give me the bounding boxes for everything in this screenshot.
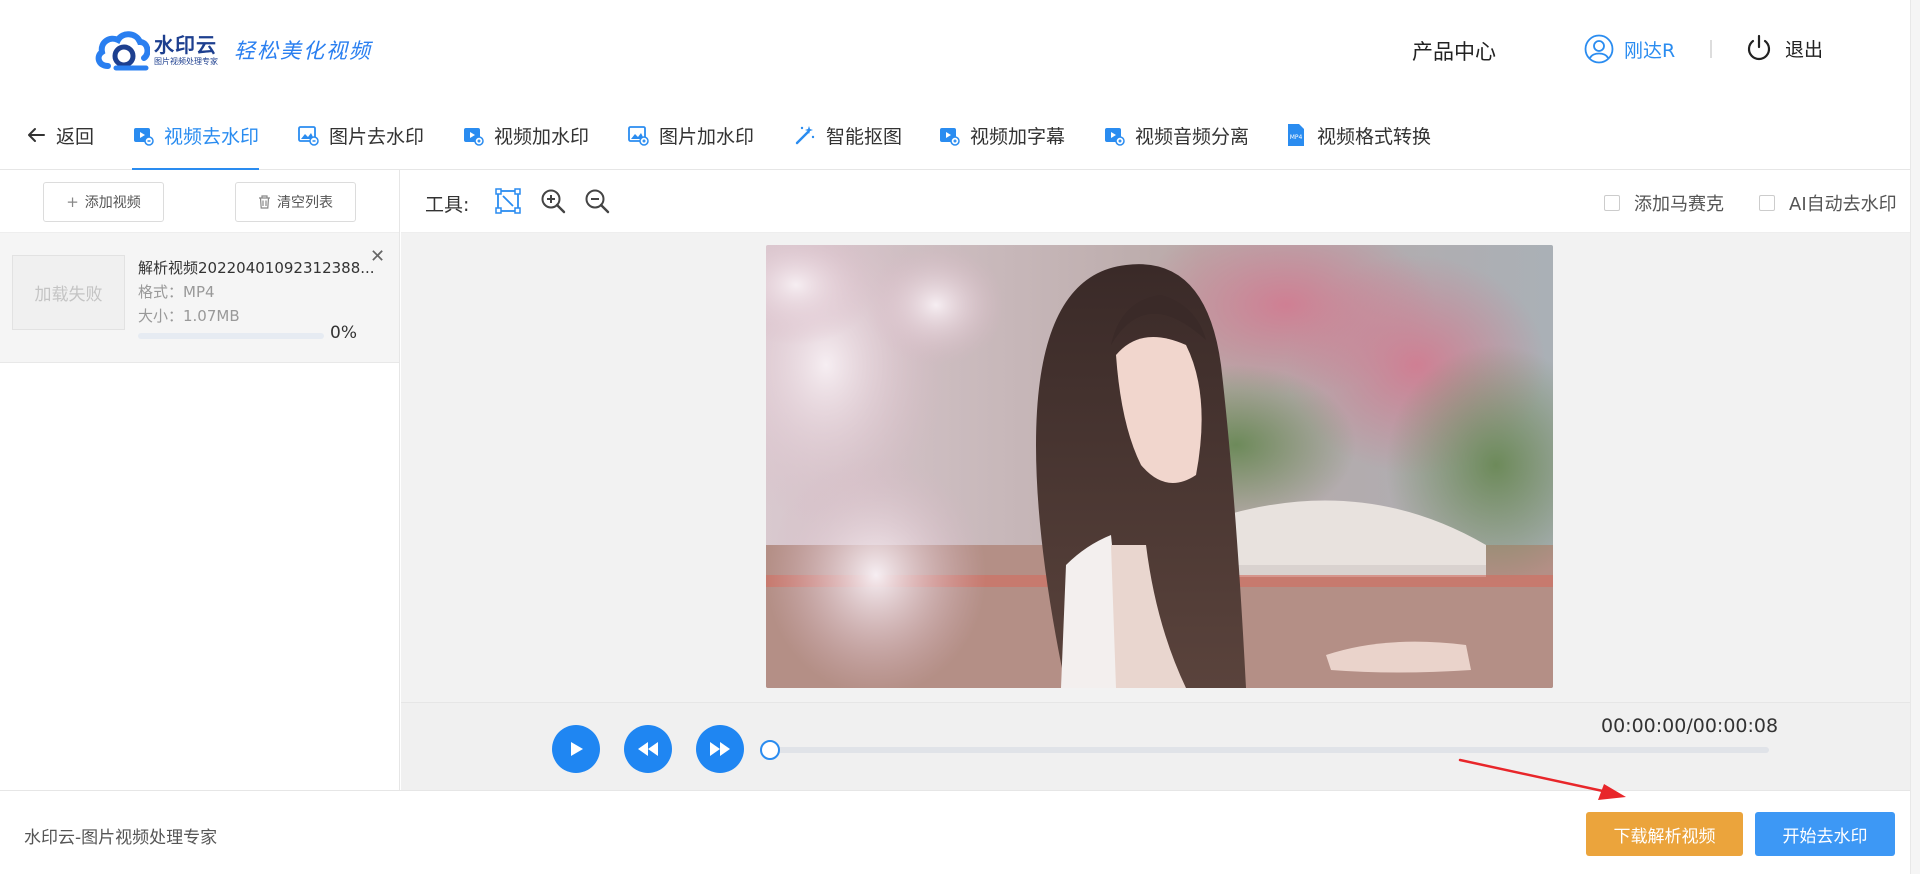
file-progress-text: 0% xyxy=(330,323,357,343)
plus-icon: + xyxy=(66,193,79,211)
fast-forward-icon xyxy=(710,742,730,756)
tab-video-add-watermark[interactable]: 视频加水印 xyxy=(462,100,589,170)
start-remove-watermark-button[interactable]: 开始去水印 xyxy=(1755,812,1895,856)
video-audio-icon xyxy=(1105,128,1125,146)
download-parsed-video-button[interactable]: 下载解析视频 xyxy=(1586,812,1743,856)
tab-video-audio-separate[interactable]: 视频音频分离 xyxy=(1103,100,1249,170)
tab-label: 智能抠图 xyxy=(826,125,903,148)
app-footer: 水印云-图片视频处理专家 下载解析视频 开始去水印 xyxy=(0,790,1910,874)
tab-label: 视频加字幕 xyxy=(970,125,1066,148)
editor-area: 工具: 添加马赛克 AI自动去水印 00:00:00/00:00:08 xyxy=(401,170,1910,790)
ai-remove-label: AI自动去水印 xyxy=(1789,194,1897,215)
tab-video-subtitle[interactable]: 视频加字幕 xyxy=(938,100,1065,170)
logout-button[interactable]: 退出 xyxy=(1745,34,1823,62)
timeline-track[interactable] xyxy=(768,747,1769,753)
logo-subtitle: 图片视频处理专家 xyxy=(154,57,218,66)
clear-list-label: 清空列表 xyxy=(277,195,333,211)
add-mosaic-label: 添加马赛克 xyxy=(1634,194,1724,215)
ai-remove-checkbox[interactable]: AI自动去水印 xyxy=(1759,190,1897,216)
user-menu[interactable]: 刚达R xyxy=(1584,34,1675,64)
file-format: 格式：MP4 xyxy=(138,283,215,301)
tab-image-add-watermark[interactable]: 图片加水印 xyxy=(627,100,754,170)
player-controls: 00:00:00/00:00:08 xyxy=(401,702,1910,790)
add-mosaic-checkbox[interactable]: 添加马赛克 xyxy=(1604,190,1724,216)
list-item[interactable]: 加载失败 解析视频20220401092312388... 格式：MP4 大小：… xyxy=(0,233,399,363)
checkbox-box[interactable] xyxy=(1759,195,1775,211)
user-avatar-icon xyxy=(1584,34,1614,64)
editor-toolbar: 工具: 添加马赛克 AI自动去水印 xyxy=(401,170,1910,233)
page-scrollbar[interactable] xyxy=(1910,0,1920,874)
remove-file-icon[interactable]: ✕ xyxy=(370,246,385,267)
file-thumbnail: 加载失败 xyxy=(12,255,125,330)
zoom-out-icon[interactable] xyxy=(584,188,610,214)
logo-name: 水印云 xyxy=(154,33,217,57)
tab-label: 视频去水印 xyxy=(164,125,260,148)
svg-text:MP4: MP4 xyxy=(1290,134,1303,141)
rewind-button[interactable] xyxy=(624,725,672,773)
clear-list-button[interactable]: 清空列表 xyxy=(235,182,356,222)
add-video-button[interactable]: + 添加视频 xyxy=(43,182,164,222)
file-name: 解析视频20220401092312388... xyxy=(138,259,375,277)
tab-label: 视频加水印 xyxy=(494,125,590,148)
tab-label: 视频音频分离 xyxy=(1135,125,1250,148)
footer-brand: 水印云-图片视频处理专家 xyxy=(24,828,218,848)
file-list-toolbar: + 添加视频 清空列表 xyxy=(0,170,399,233)
tab-image-remove-watermark[interactable]: 图片去水印 xyxy=(297,100,424,170)
video-preview[interactable] xyxy=(766,245,1553,688)
play-icon xyxy=(571,742,583,756)
tools-label: 工具: xyxy=(425,194,470,216)
back-button[interactable]: 返回 xyxy=(26,100,94,170)
feature-tab-bar: 返回 视频去水印 图片去水印 视频加水印 图片加水印 智能抠图 视频加字幕 视频… xyxy=(0,100,1910,170)
logo[interactable]: 水印云 图片视频处理专家 轻松美化视频 xyxy=(94,28,372,72)
checkbox-box[interactable] xyxy=(1604,195,1620,211)
fast-forward-button[interactable] xyxy=(696,725,744,773)
play-button[interactable] xyxy=(552,725,600,773)
header-separator xyxy=(1710,40,1712,58)
tab-label: 视频格式转换 xyxy=(1317,125,1432,148)
logout-label: 退出 xyxy=(1785,38,1824,61)
file-size: 大小：1.07MB xyxy=(138,307,240,325)
mp4-file-icon: MP4 xyxy=(1288,124,1304,146)
video-add-icon xyxy=(464,128,484,146)
rewind-icon xyxy=(638,742,658,756)
add-video-label: 添加视频 xyxy=(84,195,141,211)
image-remove-icon xyxy=(298,126,319,146)
zoom-in-icon[interactable] xyxy=(540,188,566,214)
tab-video-remove-watermark[interactable]: 视频去水印 xyxy=(132,100,260,170)
select-area-icon[interactable] xyxy=(495,188,521,214)
product-center-link[interactable]: 产品中心 xyxy=(1412,36,1496,66)
back-label: 返回 xyxy=(56,125,95,148)
tab-smart-cutout[interactable]: 智能抠图 xyxy=(794,100,902,170)
timecode: 00:00:00/00:00:08 xyxy=(1601,715,1779,737)
file-progress-bar xyxy=(138,333,324,339)
file-list-panel: + 添加视频 清空列表 加载失败 解析视频20220401092312388..… xyxy=(0,170,400,790)
power-icon xyxy=(1747,34,1771,61)
tab-label: 图片去水印 xyxy=(329,125,425,148)
timeline-handle[interactable] xyxy=(760,740,780,760)
username: 刚达R xyxy=(1624,39,1676,62)
arrow-left-icon xyxy=(28,128,45,142)
tab-label: 图片加水印 xyxy=(659,125,755,148)
logo-slogan: 轻松美化视频 xyxy=(234,39,372,63)
video-subtitle-icon xyxy=(940,128,960,146)
trash-icon xyxy=(259,195,270,209)
magic-wand-icon xyxy=(795,126,815,145)
cloud-logo-icon xyxy=(95,31,150,71)
tab-video-format-convert[interactable]: MP4 视频格式转换 xyxy=(1285,100,1431,170)
video-remove-icon xyxy=(134,128,154,146)
app-header: 水印云 图片视频处理专家 轻松美化视频 产品中心 刚达R 退出 xyxy=(0,0,1910,100)
image-add-icon xyxy=(628,126,649,146)
